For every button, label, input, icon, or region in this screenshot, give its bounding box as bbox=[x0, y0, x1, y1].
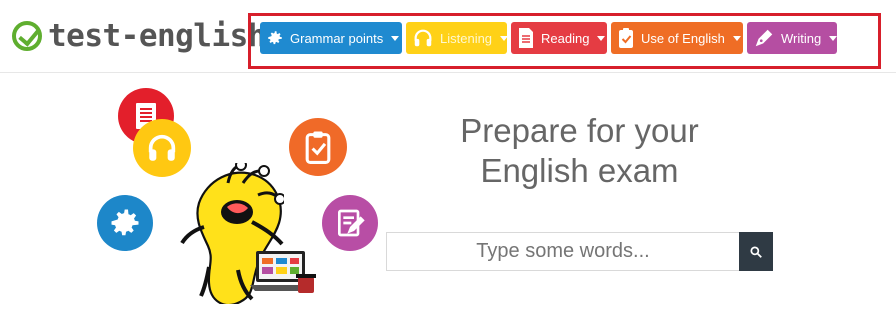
header-divider bbox=[0, 72, 896, 73]
chevron-down-icon bbox=[500, 35, 509, 41]
grammar-icon bbox=[97, 195, 153, 251]
headphones-icon bbox=[412, 26, 434, 50]
site-header: test-english Grammar points Listening Re… bbox=[0, 0, 896, 72]
nav-reading-label: Reading bbox=[541, 30, 590, 46]
nav-use-label: Use of English bbox=[641, 30, 725, 46]
clipboard-icon bbox=[617, 26, 635, 50]
nav-reading[interactable]: Reading bbox=[511, 22, 607, 54]
nav-grammar-points[interactable]: Grammar points bbox=[260, 22, 402, 54]
brand-logo[interactable]: test-english bbox=[12, 18, 266, 54]
search-bar bbox=[386, 232, 773, 271]
check-logo-icon bbox=[12, 21, 42, 51]
gear-icon bbox=[266, 26, 284, 50]
nav-listening-label: Listening bbox=[440, 30, 493, 46]
nav-writing[interactable]: Writing bbox=[747, 22, 838, 54]
chevron-down-icon bbox=[597, 35, 606, 41]
pen-icon bbox=[753, 26, 775, 50]
document-icon bbox=[517, 26, 535, 50]
hero-title: Prepare for your English exam bbox=[460, 112, 699, 189]
brand-name: test-english bbox=[48, 18, 266, 54]
writing-icon bbox=[322, 195, 378, 251]
search-input[interactable] bbox=[386, 232, 739, 271]
chevron-down-icon bbox=[732, 35, 741, 41]
laptop-illustration bbox=[250, 249, 316, 294]
search-button[interactable] bbox=[739, 232, 773, 271]
nav-writing-label: Writing bbox=[781, 30, 822, 46]
chevron-down-icon bbox=[391, 35, 400, 41]
chevron-down-icon bbox=[829, 35, 838, 41]
nav-grammar-label: Grammar points bbox=[290, 30, 384, 46]
nav-listening[interactable]: Listening bbox=[406, 22, 509, 54]
main-nav: Grammar points Listening Reading Use of … bbox=[260, 22, 838, 54]
use-of-english-icon bbox=[289, 118, 347, 176]
nav-use-of-english[interactable]: Use of English bbox=[611, 22, 743, 54]
search-icon bbox=[750, 245, 762, 258]
